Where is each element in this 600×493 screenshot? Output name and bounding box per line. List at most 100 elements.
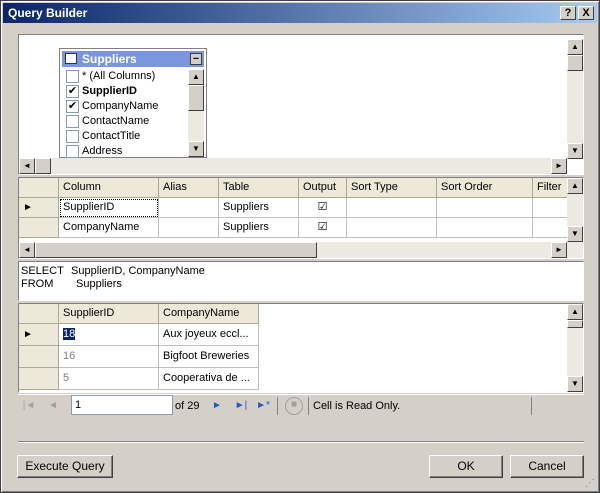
previous-record-icon[interactable]: ◄ (45, 398, 61, 414)
row-pointer-icon: ► (23, 329, 33, 340)
criteria-cell[interactable]: SupplierID (59, 198, 159, 218)
criteria-cell[interactable] (437, 198, 533, 218)
scroll-thumb[interactable] (35, 242, 317, 258)
criteria-grid: Column Alias Table Output Sort Type Sort Orde… (19, 178, 567, 242)
scroll-thumb[interactable] (567, 320, 583, 328)
results-cell-companyname[interactable]: Cooperativa de ... (159, 368, 259, 390)
column-label: ContactName (82, 115, 150, 127)
criteria-cell[interactable] (533, 198, 567, 218)
help-button[interactable]: ? (560, 6, 576, 20)
scroll-down-icon[interactable]: ▼ (567, 143, 583, 159)
close-button[interactable]: X (578, 6, 594, 20)
first-record-icon[interactable]: |◄ (21, 398, 37, 414)
results-corner-header (19, 304, 59, 324)
minimize-table-icon[interactable]: − (190, 53, 202, 65)
results-cell-companyname[interactable]: Aux joyeux eccl... (159, 324, 259, 346)
scroll-thumb[interactable] (188, 85, 204, 111)
criteria-cell[interactable] (533, 218, 567, 238)
criteria-cell[interactable]: CompanyName (59, 218, 159, 238)
column-label: CompanyName (82, 100, 159, 112)
criteria-row-header[interactable] (19, 218, 59, 238)
resize-grip-icon[interactable]: ⋰ (585, 478, 597, 490)
output-checkbox[interactable]: ☑ (299, 218, 347, 238)
criteria-column-header[interactable]: Output (299, 178, 347, 198)
output-checkbox[interactable]: ☑ (299, 198, 347, 218)
table-column-item[interactable]: ✔ CompanyName (62, 99, 186, 114)
nav-divider (308, 397, 309, 415)
sql-from-table: Suppliers (76, 278, 122, 290)
column-checkbox[interactable] (66, 145, 79, 158)
criteria-cell[interactable] (159, 198, 219, 218)
results-row-header[interactable] (19, 346, 59, 368)
results-cell-supplierid[interactable]: 16 (59, 346, 159, 368)
scroll-thumb[interactable] (567, 55, 583, 71)
criteria-column-header[interactable]: Column (59, 178, 159, 198)
results-cell-supplierid[interactable]: 5 (59, 368, 159, 390)
scroll-up-icon[interactable]: ▲ (567, 304, 583, 320)
results-row-header[interactable]: ► (19, 324, 59, 346)
results-column-header[interactable]: SupplierID (59, 304, 159, 324)
results-cell-supplierid[interactable]: 18 (59, 324, 159, 346)
results-column-header[interactable]: CompanyName (159, 304, 259, 324)
table-column-item[interactable]: ContactName (62, 114, 186, 129)
criteria-cell[interactable]: Suppliers (219, 198, 299, 218)
results-cell-companyname[interactable]: Bigfoot Breweries (159, 346, 259, 368)
table-column-list: * (All Columns) ✔ SupplierID ✔ CompanyName Co… (62, 69, 186, 159)
scroll-up-icon[interactable]: ▲ (567, 178, 583, 194)
stop-icon[interactable]: ■ (285, 397, 303, 415)
criteria-cell[interactable]: Suppliers (219, 218, 299, 238)
sql-select-keyword: SELECT (21, 265, 64, 277)
table-column-item[interactable]: ✔ SupplierID (62, 84, 186, 99)
criteria-pane[interactable]: Column Alias Table Output Sort Type Sort Orde… (18, 177, 584, 259)
diagram-hscrollbar[interactable]: ◄ ► (19, 158, 567, 174)
criteria-cell[interactable] (159, 218, 219, 238)
last-record-icon[interactable]: ►| (233, 398, 249, 414)
table-window-title[interactable]: Suppliers − (62, 51, 204, 67)
table-column-item[interactable]: ContactTitle (62, 129, 186, 144)
table-column-item[interactable]: Address (62, 144, 186, 159)
criteria-column-header[interactable]: Sort Type (347, 178, 437, 198)
scroll-left-icon[interactable]: ◄ (19, 242, 35, 258)
cancel-button[interactable]: Cancel (510, 455, 584, 478)
column-checkbox[interactable] (66, 70, 79, 83)
record-number-input[interactable]: 1 (71, 395, 173, 415)
scroll-left-icon[interactable]: ◄ (19, 158, 35, 174)
column-checkbox[interactable] (66, 115, 79, 128)
ok-button[interactable]: OK (429, 455, 503, 478)
scroll-right-icon[interactable]: ► (551, 158, 567, 174)
table-column-item[interactable]: * (All Columns) (62, 69, 186, 84)
criteria-vscrollbar[interactable]: ▲ ▼ (567, 178, 583, 242)
criteria-cell[interactable] (347, 198, 437, 218)
criteria-cell[interactable] (437, 218, 533, 238)
criteria-hscrollbar[interactable]: ◄ ► (19, 242, 583, 258)
title-bar[interactable]: Query Builder ? X (3, 3, 597, 23)
criteria-column-header[interactable]: Table (219, 178, 299, 198)
execute-query-button[interactable]: Execute Query (17, 455, 113, 478)
scroll-right-icon[interactable]: ► (551, 242, 567, 258)
next-record-icon[interactable]: ► (209, 398, 225, 414)
diagram-pane[interactable]: Suppliers − * (All Columns) ✔ SupplierID ✔ C… (18, 34, 584, 175)
criteria-cell[interactable] (347, 218, 437, 238)
criteria-column-header[interactable]: Sort Order (437, 178, 533, 198)
scroll-thumb[interactable] (35, 158, 51, 174)
diagram-vscrollbar[interactable]: ▲ ▼ (567, 39, 583, 159)
new-record-icon[interactable]: ►* (255, 398, 271, 414)
scroll-up-icon[interactable]: ▲ (567, 39, 583, 55)
scroll-up-icon[interactable]: ▲ (188, 69, 204, 85)
table-window-suppliers[interactable]: Suppliers − * (All Columns) ✔ SupplierID ✔ C… (59, 48, 207, 158)
scroll-down-icon[interactable]: ▼ (188, 141, 204, 157)
table-column-scrollbar[interactable]: ▲ ▼ (188, 69, 204, 157)
sql-pane[interactable]: SELECT SupplierID, CompanyName FROM Supp… (18, 261, 584, 301)
criteria-column-header[interactable]: Filter (533, 178, 567, 198)
cell-value: 16 (63, 350, 76, 362)
criteria-column-header[interactable]: Alias (159, 178, 219, 198)
results-row-header[interactable] (19, 368, 59, 390)
criteria-row-header[interactable]: ► (19, 198, 59, 218)
column-checkbox[interactable] (66, 130, 79, 143)
column-checkbox[interactable]: ✔ (66, 100, 79, 113)
column-checkbox[interactable]: ✔ (66, 85, 79, 98)
results-vscrollbar[interactable]: ▲ ▼ (567, 304, 583, 392)
scroll-down-icon[interactable]: ▼ (567, 226, 583, 242)
scroll-down-icon[interactable]: ▼ (567, 376, 583, 392)
results-pane[interactable]: SupplierID CompanyName ► 18 Aux joyeux eccl.… (18, 303, 584, 393)
